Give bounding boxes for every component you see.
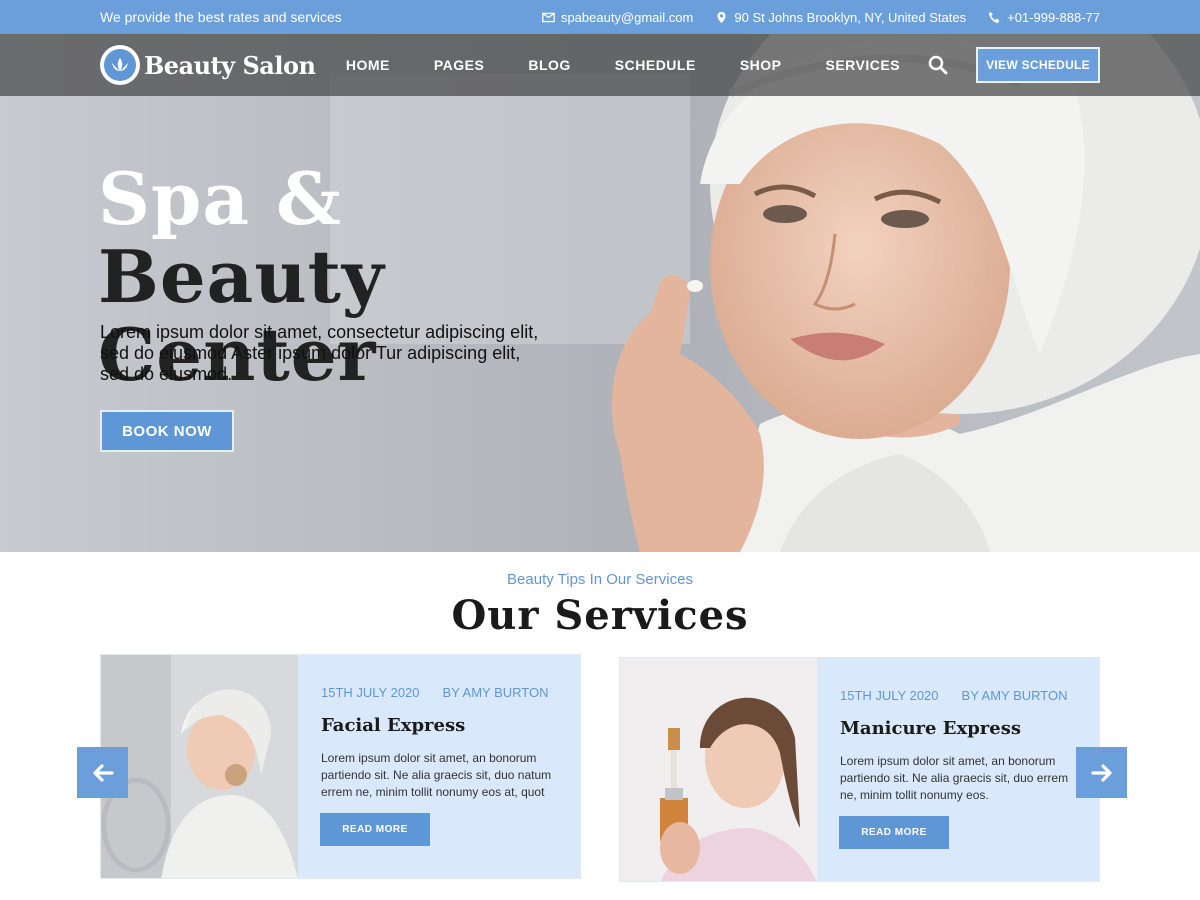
logo-text: Beauty Salon xyxy=(144,50,316,80)
nav-pages[interactable]: PAGES xyxy=(434,57,484,73)
nav-services[interactable]: SERVICES xyxy=(826,57,901,73)
search-button[interactable] xyxy=(928,54,948,76)
arrow-left-icon xyxy=(92,763,114,782)
nav-shop[interactable]: SHOP xyxy=(740,57,782,73)
book-now-button[interactable]: BOOK NOW xyxy=(100,410,234,452)
nav-schedule[interactable]: SCHEDULE xyxy=(615,57,696,73)
card-title[interactable]: Facial Express xyxy=(321,715,558,736)
service-card-body: 15TH JULY 2020 BY AMY BURTON Facial Expr… xyxy=(298,655,580,878)
main-nav: HOME PAGES BLOG SCHEDULE SHOP SERVICES xyxy=(346,57,900,73)
service-card: 15TH JULY 2020 BY AMY BURTON Facial Expr… xyxy=(100,654,581,879)
lotus-logo-icon xyxy=(100,45,140,85)
address-info: 90 St Johns Brooklyn, NY, United States xyxy=(715,10,966,25)
tagline: We provide the best rates and services xyxy=(100,9,342,25)
hero-title-part1: Spa & xyxy=(98,156,343,241)
phone-info[interactable]: +01-999-888-77 xyxy=(988,10,1100,25)
phone-text[interactable]: +01-999-888-77 xyxy=(1007,10,1100,25)
service-card-image xyxy=(101,655,298,878)
logo[interactable]: Beauty Salon xyxy=(100,45,346,85)
services-title: Our Services xyxy=(451,592,749,639)
card-title[interactable]: Manicure Express xyxy=(840,718,1077,739)
hero-title-part2: Beauty xyxy=(98,234,385,319)
card-text: Lorem ipsum dolor sit amet, an bonorum p… xyxy=(840,754,1069,802)
map-pin-icon xyxy=(717,11,726,23)
email-text[interactable]: spabeauty@gmail.com xyxy=(561,10,693,25)
card-text: Lorem ipsum dolor sit amet, an bonorum p… xyxy=(321,751,552,799)
address-text: 90 St Johns Brooklyn, NY, United States xyxy=(734,9,967,25)
carousel-next-button[interactable] xyxy=(1076,747,1127,798)
arrow-right-icon xyxy=(1090,763,1112,782)
card-date: 15TH JULY 2020 xyxy=(321,685,420,700)
view-schedule-button[interactable]: VIEW SCHEDULE xyxy=(976,47,1100,83)
carousel-prev-button[interactable] xyxy=(77,747,128,798)
mail-icon xyxy=(542,12,555,22)
phone-icon xyxy=(988,11,1000,23)
service-card: 15TH JULY 2020 BY AMY BURTON Manicure Ex… xyxy=(619,657,1100,882)
card-author[interactable]: BY AMY BURTON xyxy=(962,688,1068,703)
card-author[interactable]: BY AMY BURTON xyxy=(443,685,549,700)
service-card-image xyxy=(620,658,817,881)
email-info[interactable]: spabeauty@gmail.com xyxy=(542,10,693,25)
hero-description: Lorem ipsum dolor sit amet, consectetur … xyxy=(100,322,539,384)
site-header: Beauty Salon HOME PAGES BLOG SCHEDULE SH… xyxy=(0,34,1200,96)
services-subtitle: Beauty Tips In Our Services xyxy=(507,571,693,588)
service-card-body: 15TH JULY 2020 BY AMY BURTON Manicure Ex… xyxy=(817,658,1099,881)
card-meta: 15TH JULY 2020 BY AMY BURTON xyxy=(840,688,1077,703)
top-info-bar: We provide the best rates and services s… xyxy=(0,0,1200,34)
read-more-button[interactable]: READ MORE xyxy=(320,813,430,846)
read-more-button[interactable]: READ MORE xyxy=(839,816,949,849)
nav-blog[interactable]: BLOG xyxy=(528,57,570,73)
search-icon xyxy=(928,55,948,75)
card-date: 15TH JULY 2020 xyxy=(840,688,939,703)
nav-home[interactable]: HOME xyxy=(346,57,390,73)
card-meta: 15TH JULY 2020 BY AMY BURTON xyxy=(321,685,558,700)
